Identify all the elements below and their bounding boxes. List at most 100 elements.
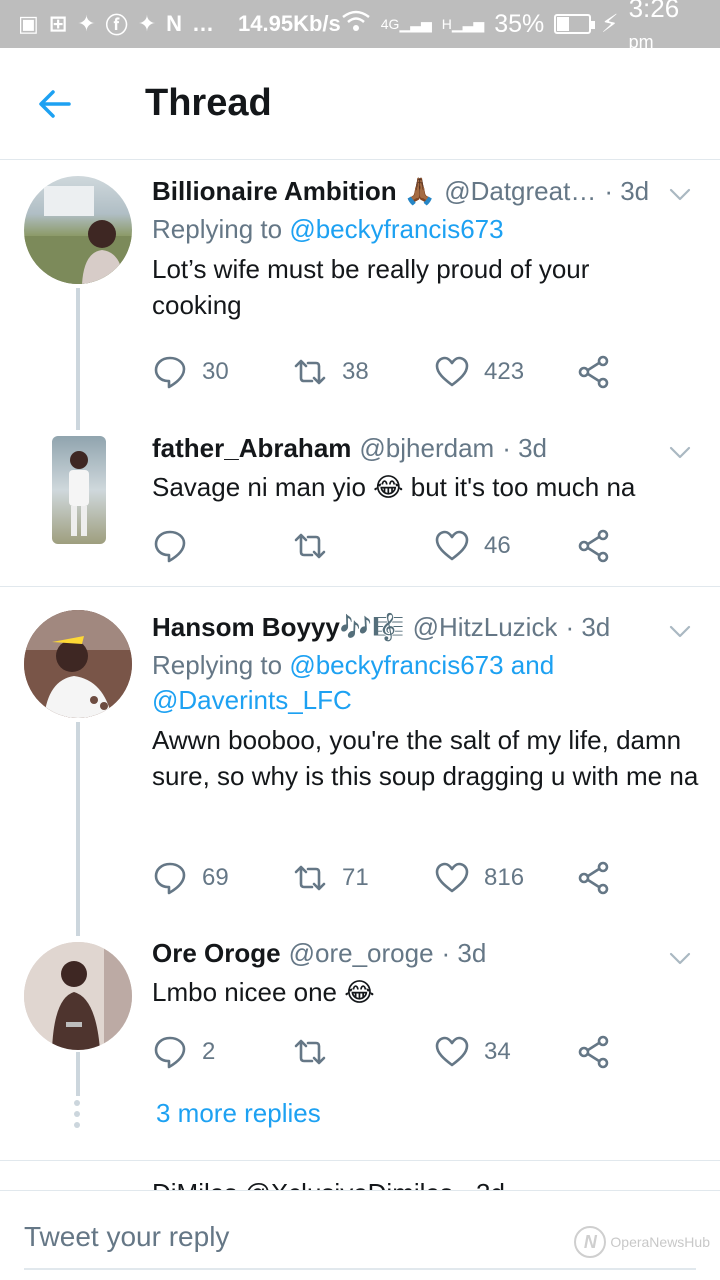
tweet[interactable]: Ore Oroge @ore_oroge · 3d Lmbo nicee one…: [152, 936, 700, 1010]
battery-icon: [554, 14, 595, 34]
tweet-text: Awwn booboo, you're the salt of my life,…: [152, 725, 699, 791]
retweet-button[interactable]: 38: [292, 354, 434, 390]
app-header: Thread: [0, 48, 720, 160]
retweet-icon: [292, 860, 328, 896]
tweet-text: Savage ni man yio 😂 but it's too much na: [152, 472, 636, 502]
more-notifications-icon: …: [192, 11, 215, 36]
next-tweet-header: DiMiles @XclusiveDimiles · 3d: [152, 1178, 505, 1190]
reply-count: 69: [202, 864, 229, 891]
apps-icon: ⊞: [48, 11, 68, 36]
like-button[interactable]: 423: [434, 354, 576, 390]
tweet-actions: 30 38 423: [152, 352, 616, 392]
reply-input[interactable]: Tweet your reply: [24, 1221, 229, 1253]
chevron-down-icon[interactable]: [668, 182, 692, 206]
reply-count: 2: [202, 1038, 216, 1065]
retweet-button[interactable]: [292, 1034, 434, 1070]
chevron-down-icon[interactable]: [668, 619, 692, 643]
display-name[interactable]: Ore Oroge: [152, 938, 281, 969]
replying-to-label: Replying to: [152, 650, 290, 680]
like-count: 423: [484, 358, 525, 385]
user-handle[interactable]: @Datgreat…: [444, 176, 596, 207]
retweet-count: 38: [342, 358, 369, 385]
retweet-count: 71: [342, 864, 369, 891]
like-button[interactable]: 46: [434, 528, 576, 564]
display-name[interactable]: Hansom Boyyy🎶🎼: [152, 612, 405, 643]
tweet-text: Lmbo nicee one 😂: [152, 977, 375, 1007]
gallery-icon: ▣: [18, 11, 39, 36]
facebook-icon: ⓕ: [105, 13, 128, 38]
user-handle[interactable]: @HitzLuzick: [413, 612, 558, 643]
like-count: 816: [484, 864, 525, 891]
reply-button[interactable]: 69: [152, 860, 292, 896]
next-tweet-partial[interactable]: DiMiles @XclusiveDimiles · 3d: [0, 1178, 720, 1190]
share-icon: [576, 860, 612, 896]
share-button[interactable]: [576, 528, 616, 564]
wifi-icon: [341, 9, 371, 40]
reply-button[interactable]: 30: [152, 354, 292, 390]
share-button[interactable]: [576, 860, 616, 896]
battery-percent: 35%: [494, 9, 545, 38]
replying-to: Replying to @beckyfrancis673 and @Daveri…: [152, 648, 582, 718]
reply-button[interactable]: 2: [152, 1034, 292, 1070]
avatar[interactable]: [24, 176, 132, 284]
back-button[interactable]: [0, 48, 110, 160]
avatar[interactable]: [24, 942, 132, 1050]
heart-icon: [434, 1034, 470, 1070]
heart-icon: [434, 860, 470, 896]
share-button[interactable]: [576, 354, 616, 390]
composer-underline: [24, 1268, 696, 1270]
status-bar: ▣ ⊞ ✦ ⓕ ✦ N … 14.95Kb/s 4G▁▃▅ H▁▃▅ 35% ⚡…: [0, 0, 720, 52]
battery-level: [557, 17, 570, 31]
like-button[interactable]: 34: [434, 1034, 576, 1070]
retweet-icon: [292, 354, 328, 390]
tweet-time: · 3d: [502, 432, 548, 463]
reply-icon: [152, 528, 188, 564]
thread-line: [76, 1052, 80, 1096]
reply-icon: [152, 354, 188, 390]
tweet[interactable]: father_Abraham @bjherdam · 3d Savage ni …: [152, 431, 700, 505]
thread-line: [76, 288, 80, 430]
display-name[interactable]: Billionaire Ambition 🙏🏾: [152, 176, 436, 207]
retweet-icon: [292, 528, 328, 564]
twitter-icon: ✦: [137, 11, 157, 36]
signal-icon-2: H▁▃▅: [441, 15, 485, 32]
user-handle[interactable]: @bjherdam: [359, 433, 494, 464]
watermark-text: OperaNewsHub: [610, 1234, 710, 1250]
reply-icon: [152, 1034, 188, 1070]
retweet-button[interactable]: 71: [292, 860, 434, 896]
tweet-actions: 2 34: [152, 1032, 616, 1072]
like-button[interactable]: 816: [434, 860, 576, 896]
more-replies-dots: [74, 1100, 80, 1128]
divider: [0, 586, 720, 587]
tweet[interactable]: Billionaire Ambition 🙏🏾 @Datgreat… · 3d …: [152, 174, 700, 323]
tweet-text: Lot’s wife must be really proud of your …: [152, 254, 590, 320]
user-handle[interactable]: @ore_oroge: [289, 938, 434, 969]
twitter-icon: ✦: [77, 11, 96, 36]
network-type-label-2: H: [441, 15, 452, 32]
retweet-button[interactable]: [292, 528, 434, 564]
more-replies-link[interactable]: 3 more replies: [156, 1098, 321, 1129]
like-count: 34: [484, 1038, 511, 1065]
tweet-time: · 3d: [441, 937, 487, 968]
tweet-actions: 46: [152, 526, 616, 566]
display-name[interactable]: father_Abraham: [152, 433, 351, 464]
avatar[interactable]: [52, 436, 106, 544]
retweet-icon: [292, 1034, 328, 1070]
avatar[interactable]: [24, 610, 132, 718]
tweet-time: · 3d: [565, 611, 611, 642]
chevron-down-icon[interactable]: [668, 946, 692, 970]
mention-link[interactable]: @beckyfrancis673: [289, 214, 503, 244]
thread-line: [76, 722, 80, 936]
chevron-down-icon[interactable]: [668, 440, 692, 464]
watermark: N OperaNewsHub: [574, 1226, 710, 1258]
charging-icon: ⚡: [601, 10, 619, 38]
share-icon: [576, 1034, 612, 1070]
like-count: 46: [484, 532, 511, 559]
network-speed: 14.95Kb/s: [238, 11, 341, 36]
reply-icon: [152, 860, 188, 896]
reply-button[interactable]: [152, 528, 292, 564]
share-button[interactable]: [576, 1034, 616, 1070]
back-arrow-icon: [39, 89, 71, 118]
clock-time: 3:26: [628, 0, 680, 23]
tweet[interactable]: Hansom Boyyy🎶🎼 @HitzLuzick · 3d Replying…: [152, 610, 700, 794]
